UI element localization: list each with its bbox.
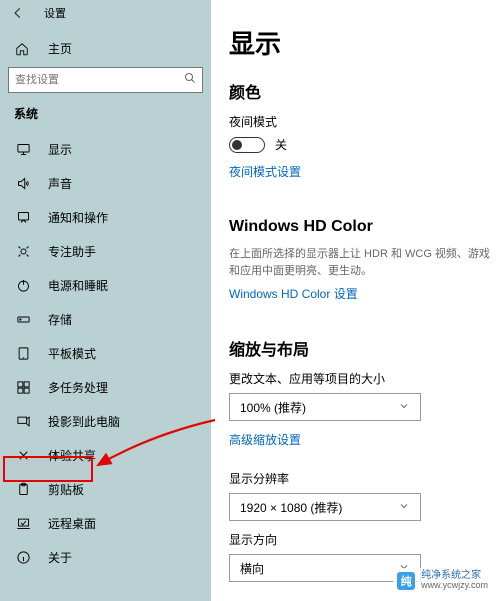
resolution-select[interactable]: 1920 × 1080 (推荐): [229, 493, 421, 521]
home-label: 主页: [48, 40, 72, 57]
sidebar: 设置 主页 系统 显示 声音 通知和操作 专注助手: [0, 0, 211, 601]
back-icon[interactable]: [8, 3, 28, 23]
watermark: 纯 纯净系统之家 www.ycwjzy.com: [393, 568, 492, 593]
sidebar-item-label: 投影到此电脑: [48, 413, 120, 430]
color-heading: 颜色: [229, 79, 500, 103]
night-mode-toggle[interactable]: [229, 137, 265, 153]
monitor-icon: [14, 140, 32, 158]
sidebar-item-label: 专注助手: [48, 243, 96, 260]
night-settings-link[interactable]: 夜间模式设置: [229, 163, 301, 180]
titlebar: 设置: [0, 0, 211, 26]
sidebar-item-label: 关于: [48, 549, 72, 566]
scale-heading: 缩放与布局: [229, 336, 500, 360]
sidebar-item-about[interactable]: 关于: [0, 540, 211, 574]
sidebar-item-sound[interactable]: 声音: [0, 166, 211, 200]
main-content: 显示 颜色 夜间模式 关 夜间模式设置 Windows HD Color 在上面…: [211, 0, 500, 601]
clipboard-icon: [14, 480, 32, 498]
sidebar-item-label: 电源和睡眠: [48, 277, 108, 294]
sidebar-item-remote[interactable]: 远程桌面: [0, 506, 211, 540]
page-title: 显示: [229, 24, 500, 61]
sidebar-item-project[interactable]: 投影到此电脑: [0, 404, 211, 438]
sidebar-item-tablet[interactable]: 平板模式: [0, 336, 211, 370]
sidebar-menu: 显示 声音 通知和操作 专注助手 电源和睡眠 存储 平板模式 多任务处理: [0, 132, 211, 574]
tablet-icon: [14, 344, 32, 362]
sidebar-item-label: 远程桌面: [48, 515, 96, 532]
search-input[interactable]: [8, 67, 203, 93]
sidebar-item-label: 体验共享: [48, 447, 96, 464]
section-title: 系统: [0, 105, 211, 132]
watermark-site: www.ycwjzy.com: [421, 581, 488, 591]
sidebar-item-multitask[interactable]: 多任务处理: [0, 370, 211, 404]
sidebar-item-display[interactable]: 显示: [0, 132, 211, 166]
hdcolor-desc: 在上面所选择的显示器上让 HDR 和 WCG 视频、游戏和应用中面更明亮、更生动…: [229, 246, 500, 279]
sidebar-item-label: 通知和操作: [48, 209, 108, 226]
text-size-label: 更改文本、应用等项目的大小: [229, 370, 500, 387]
sidebar-item-power[interactable]: 电源和睡眠: [0, 268, 211, 302]
resolution-label: 显示分辨率: [229, 470, 500, 487]
search-field[interactable]: [15, 74, 184, 86]
sidebar-item-focus[interactable]: 专注助手: [0, 234, 211, 268]
chevron-down-icon: [398, 500, 410, 515]
sound-icon: [14, 174, 32, 192]
text-size-value: 100% (推荐): [240, 399, 306, 416]
sidebar-item-shared[interactable]: 体验共享: [0, 438, 211, 472]
sidebar-item-label: 剪贴板: [48, 481, 84, 498]
search-icon: [184, 71, 196, 89]
notification-icon: [14, 208, 32, 226]
watermark-logo: 纯: [397, 572, 415, 590]
sidebar-item-label: 声音: [48, 175, 72, 192]
night-mode-label: 夜间模式: [229, 113, 500, 130]
hdcolor-heading: Windows HD Color: [229, 218, 500, 236]
sidebar-item-label: 存储: [48, 311, 72, 328]
remote-icon: [14, 514, 32, 532]
home-icon: [14, 41, 30, 57]
orientation-label: 显示方向: [229, 531, 500, 548]
storage-icon: [14, 310, 32, 328]
power-icon: [14, 276, 32, 294]
chevron-down-icon: [398, 400, 410, 415]
sidebar-item-clipboard[interactable]: 剪贴板: [0, 472, 211, 506]
advanced-scale-link[interactable]: 高级缩放设置: [229, 431, 301, 448]
sidebar-item-storage[interactable]: 存储: [0, 302, 211, 336]
sidebar-item-label: 显示: [48, 141, 72, 158]
toggle-state: 关: [275, 136, 287, 153]
hdcolor-link[interactable]: Windows HD Color 设置: [229, 285, 358, 302]
multitask-icon: [14, 378, 32, 396]
sidebar-item-label: 多任务处理: [48, 379, 108, 396]
project-icon: [14, 412, 32, 430]
focus-icon: [14, 242, 32, 260]
orientation-value: 横向: [240, 560, 264, 577]
home-nav[interactable]: 主页: [0, 26, 211, 67]
info-icon: [14, 548, 32, 566]
resolution-value: 1920 × 1080 (推荐): [240, 499, 342, 516]
window-title: 设置: [44, 5, 66, 21]
sidebar-item-label: 平板模式: [48, 345, 96, 362]
share-icon: [14, 446, 32, 464]
sidebar-item-notifications[interactable]: 通知和操作: [0, 200, 211, 234]
text-size-select[interactable]: 100% (推荐): [229, 393, 421, 421]
